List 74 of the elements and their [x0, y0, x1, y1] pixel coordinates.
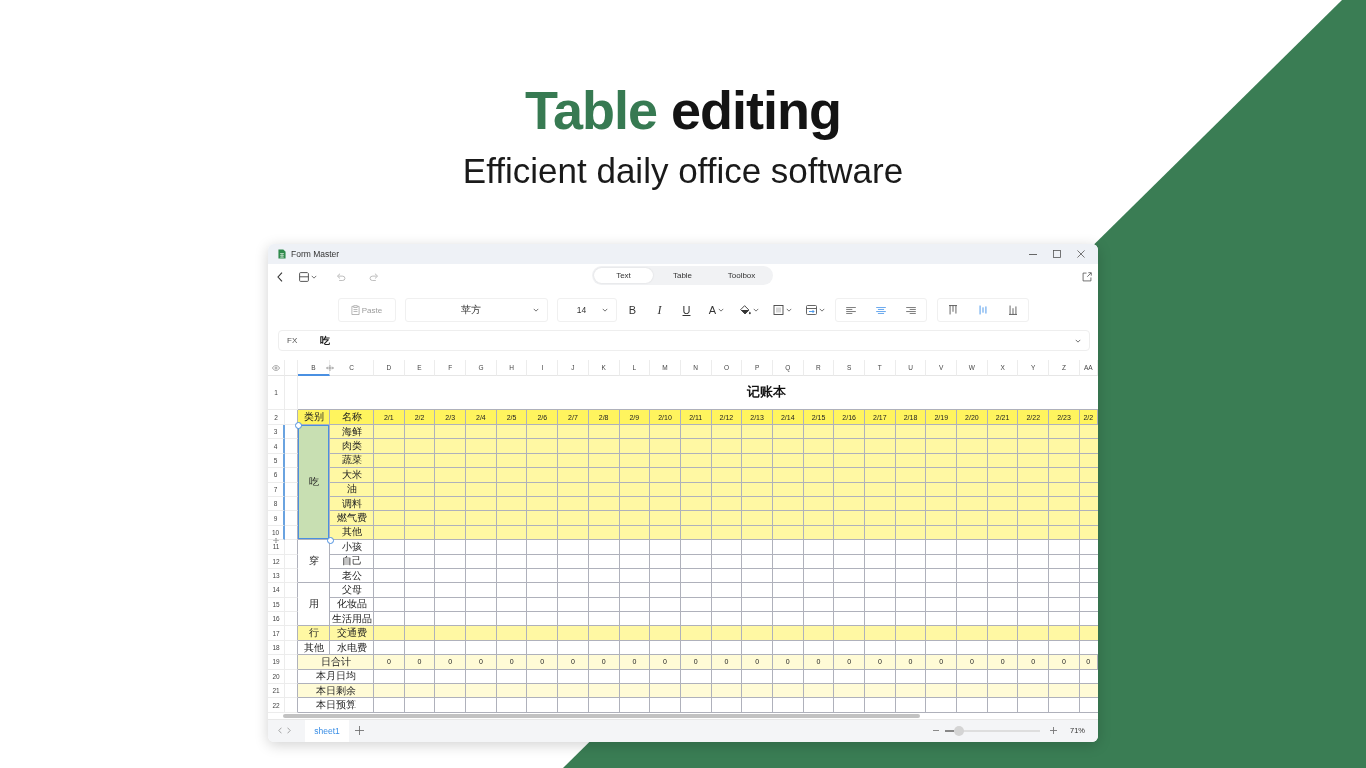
horizontal-scrollbar[interactable]: [283, 713, 920, 718]
align-middle-icon: [978, 305, 987, 315]
caret-icon: [1075, 338, 1081, 343]
formula-label: FX: [287, 336, 299, 345]
chevron-left-icon: [277, 727, 282, 735]
table-cell: 日合计: [298, 655, 374, 670]
border-icon: [773, 305, 784, 315]
tab[interactable]: Toolbox: [712, 267, 771, 283]
caret-icon: [786, 308, 792, 312]
tab[interactable]: Table: [653, 267, 712, 283]
minimize-icon: [1029, 253, 1037, 255]
align-center-icon: [875, 306, 886, 314]
export-button[interactable]: [1082, 269, 1092, 285]
merge-cells-icon: [806, 305, 817, 315]
font-color-button[interactable]: A: [702, 300, 731, 320]
caret-icon: [718, 308, 725, 312]
caret-icon: [753, 308, 759, 312]
empty-cell: [285, 376, 298, 410]
font-select[interactable]: 苹方: [404, 298, 548, 322]
table-cell: 吃: [298, 425, 330, 541]
font-size-select[interactable]: 14: [556, 298, 617, 322]
table-cell: 小孩: [330, 540, 374, 555]
caret-icon: [532, 308, 539, 312]
sheet-tab[interactable]: sheet1: [305, 719, 349, 742]
table-cell: 大米: [330, 468, 374, 483]
formula-input[interactable]: 吃: [320, 332, 1073, 349]
external-link-icon: [1082, 272, 1092, 282]
redo-icon: [368, 273, 380, 281]
eye-icon[interactable]: [272, 364, 280, 371]
chevron-right-icon: [286, 727, 291, 735]
caret-icon: [819, 308, 825, 312]
column-resize-icon[interactable]: [326, 365, 334, 371]
paint-bucket-icon: [740, 305, 751, 315]
subtitle: Efficient daily office software: [462, 151, 904, 191]
table-cell: 本日剩余: [298, 684, 374, 699]
align-top-icon: [948, 305, 957, 315]
slider-thumb[interactable]: [954, 725, 965, 736]
table-cell: 用: [298, 583, 330, 627]
italic-button[interactable]: I: [648, 300, 671, 320]
table-cell: 海鲜: [330, 425, 374, 440]
tab[interactable]: Text: [594, 267, 653, 283]
save-icon: [299, 272, 309, 282]
bold-button[interactable]: B: [621, 300, 644, 320]
table-cell: 肉类: [330, 439, 374, 454]
table-cell: 交通费: [330, 626, 374, 641]
caret-icon: [311, 275, 317, 279]
caret-icon: [601, 308, 608, 312]
table-header-cell: 类别: [298, 410, 330, 425]
back-icon: [277, 272, 283, 282]
window-title: Form Master: [291, 249, 340, 259]
selection-handle-icon[interactable]: [294, 421, 302, 429]
table-cell: 燃气费: [330, 511, 374, 526]
align-bottom-icon: [1008, 305, 1017, 315]
align-right-icon: [905, 306, 916, 314]
spreadsheet-icon: [278, 249, 286, 259]
headline: Table editing: [525, 79, 841, 142]
minus-icon: [933, 730, 939, 732]
sheet-title: 记账本: [747, 384, 787, 401]
maximize-icon: [1053, 250, 1061, 258]
save-button[interactable]: [297, 269, 319, 285]
table-cell: 父母: [330, 583, 374, 598]
table-cell: 穿: [298, 540, 330, 584]
plus-icon: [1050, 727, 1058, 735]
row-resize-icon[interactable]: [273, 537, 279, 543]
underline-button[interactable]: U: [675, 300, 698, 320]
align-left-icon: [845, 306, 856, 314]
clipboard-icon: [350, 305, 360, 315]
table-cell: 行: [298, 626, 330, 641]
close-icon: [1077, 250, 1085, 258]
undo-icon: [334, 273, 346, 281]
plus-icon: [354, 726, 364, 736]
table-cell: 本日预算: [298, 698, 374, 713]
table-header-cell: 名称: [330, 410, 374, 425]
table-cell: 生活用品: [330, 612, 374, 627]
